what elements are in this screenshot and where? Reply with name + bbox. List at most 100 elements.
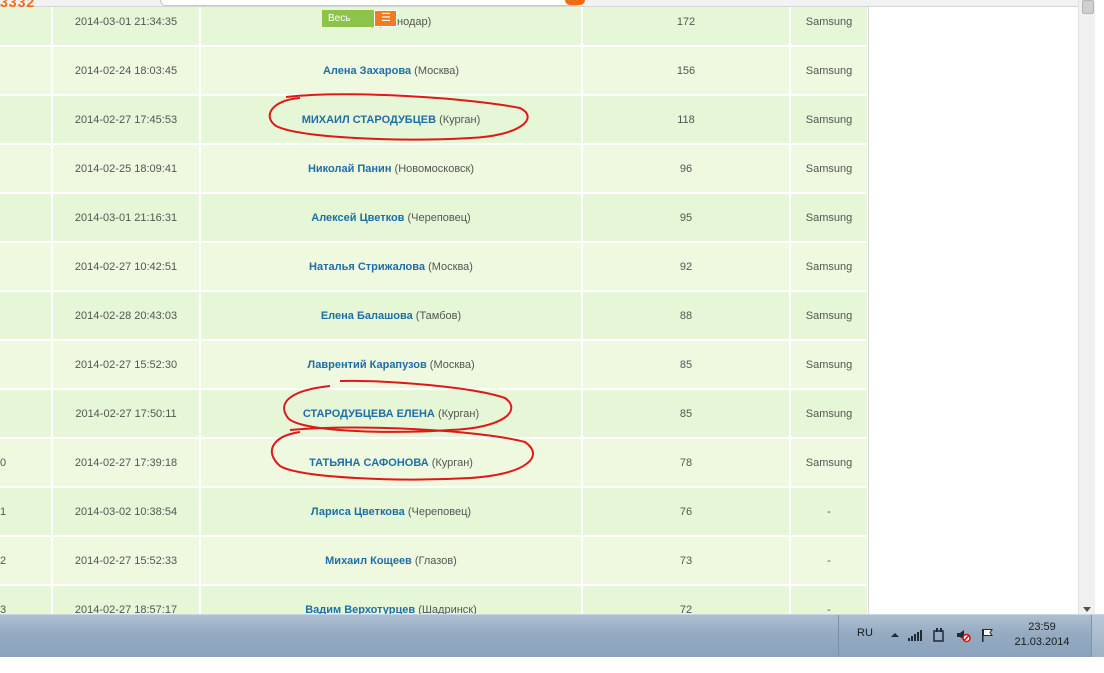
table-row: 2014-02-24 18:03:45 Алена Захарова (Москв…: [0, 46, 868, 96]
score-cell: 76: [582, 487, 791, 537]
list-icon[interactable]: ☰: [374, 10, 398, 27]
date-cell: 2014-02-27 17:39:18: [52, 438, 201, 488]
participant-cell: Лаврентий Карапузов (Москва): [200, 340, 583, 390]
participant-city: (Череповец): [407, 211, 471, 224]
table-row: 2 2014-02-27 15:52:33 Михаил Кощеев (Глазо…: [0, 536, 868, 586]
vertical-scrollbar[interactable]: [1078, 0, 1096, 614]
phone-model-cell: Samsung: [790, 242, 868, 292]
rank-cell: 0: [0, 438, 53, 488]
clock[interactable]: 23:59 21.03.2014: [1007, 620, 1077, 650]
participant-name-link[interactable]: ТАТЬЯНА САФОНОВА: [309, 457, 429, 469]
rank-cell: [0, 95, 53, 145]
screen-bottom-margin: [0, 657, 1104, 673]
participant-city: (Курган): [439, 113, 481, 126]
phone-model-cell: Samsung: [790, 389, 868, 439]
participant-cell: СТАРОДУБЦЕВА ЕЛЕНА (Курган): [200, 389, 583, 439]
participant-city: (Череповец): [407, 505, 472, 518]
language-indicator[interactable]: RU: [857, 627, 873, 639]
participant-cell: МИХАИЛ СТАРОДУБЦЕВ (Курган): [200, 95, 583, 145]
score-cell: 92: [582, 242, 791, 292]
score-cell: 85: [582, 389, 791, 439]
date-cell: 2014-02-27 17:45:53: [52, 95, 201, 145]
rank-cell: [0, 46, 53, 96]
table-row: 2014-03-01 21:16:31 Алексей Цветков (Чере…: [0, 193, 868, 243]
date-cell: 2014-02-27 18:57:17: [52, 585, 201, 614]
floating-widget-label[interactable]: Весь: [322, 10, 375, 27]
participant-name-link[interactable]: МИХАИЛ СТАРОДУБЦЕВ: [302, 114, 436, 126]
date-cell: 2014-02-25 18:09:41: [52, 144, 201, 194]
participant-city: (Шадринск): [418, 603, 477, 615]
window-edge: [1095, 0, 1104, 614]
clock-time: 23:59: [1028, 621, 1056, 633]
participant-city: (Тамбов): [415, 309, 462, 322]
participant-name-link[interactable]: Вадим Верхотурцев: [305, 604, 415, 615]
participant-name-link[interactable]: Наталья Стрижалова: [309, 261, 425, 273]
search-button[interactable]: [565, 0, 585, 5]
participant-name-link[interactable]: Николай Панин: [308, 163, 392, 175]
participant-name-link[interactable]: Елена Балашова: [321, 310, 413, 322]
participant-cell: Алексей Цветков (Череповец): [200, 193, 583, 243]
phone-model-cell: -: [790, 536, 868, 586]
network-icon[interactable]: [907, 627, 923, 643]
rank-cell: [0, 144, 53, 194]
participant-city: (Глазов): [414, 554, 457, 567]
screenshot: 2014-03-01 21:34:35Ол (Краснодар)172Sams…: [0, 0, 1104, 673]
score-cell: 95: [582, 193, 791, 243]
phone-model-cell: -: [790, 487, 868, 537]
participant-city: (Новомосковск): [394, 162, 475, 175]
participant-cell: Елена Балашова (Тамбов): [200, 291, 583, 341]
participant-city: (Курган): [431, 456, 473, 469]
participant-name-link[interactable]: Лариса Цветкова: [311, 506, 405, 518]
phone-model-cell: Samsung: [790, 144, 868, 194]
table-row: 2014-02-25 18:09:41 Николай Панин (Новомо…: [0, 144, 868, 194]
participant-name-link[interactable]: Лаврентий Карапузов: [307, 359, 426, 371]
participant-name-link[interactable]: Алексей Цветков: [311, 212, 404, 224]
results-table-area: 2014-03-01 21:34:35Ол (Краснодар)172Sams…: [0, 0, 868, 614]
date-cell: 2014-03-01 21:16:31: [52, 193, 201, 243]
participant-cell: Лариса Цветкова (Череповец): [200, 487, 583, 537]
show-hidden-icons-icon[interactable]: [887, 627, 903, 643]
participant-cell: Михаил Кощеев (Глазов): [200, 536, 583, 586]
browser-toolbar-fragment: 3332: [0, 0, 1078, 10]
table-row: 0 2014-02-27 17:39:18 ТАТЬЯНА САФОНОВА (Ку…: [0, 438, 868, 488]
scrollbar-thumb[interactable]: [1082, 0, 1094, 14]
score-cell: 78: [582, 438, 791, 488]
phone-model-cell: Samsung: [790, 95, 868, 145]
participant-city: (Курган): [437, 407, 480, 420]
phone-model-cell: Samsung: [790, 438, 868, 488]
table-row: 2014-02-28 20:43:03 Елена Балашова (Тамбо…: [0, 291, 868, 341]
volume-muted-icon[interactable]: [955, 627, 971, 643]
date-cell: 2014-03-02 10:38:54: [52, 487, 201, 537]
rank-cell: 2: [0, 536, 53, 586]
table-row: 2014-02-27 17:50:11 СТАРОДУБЦЕВА ЕЛЕНА (К…: [0, 389, 868, 439]
score-cell: 118: [582, 95, 791, 145]
action-center-flag-icon[interactable]: [979, 627, 995, 643]
phone-model-cell: Samsung: [790, 46, 868, 96]
rank-cell: [0, 193, 53, 243]
show-desktop-button[interactable]: [1091, 615, 1104, 657]
score-cell: 96: [582, 144, 791, 194]
participant-name-link[interactable]: СТАРОДУБЦЕВА ЕЛЕНА: [303, 408, 435, 420]
phone-model-cell: -: [790, 585, 868, 614]
search-box[interactable]: [160, 0, 582, 6]
date-cell: 2014-02-28 20:43:03: [52, 291, 201, 341]
date-cell: 2014-02-27 17:50:11: [52, 389, 201, 439]
scroll-down-arrow-icon[interactable]: [1083, 607, 1091, 612]
score-cell: 85: [582, 340, 791, 390]
site-logo[interactable]: 3332: [0, 0, 35, 10]
participant-cell: Николай Панин (Новомосковск): [200, 144, 583, 194]
rank-cell: [0, 389, 53, 439]
power-icon[interactable]: [931, 627, 947, 643]
date-cell: 2014-02-24 18:03:45: [52, 46, 201, 96]
right-empty-panel: [868, 0, 1079, 614]
participant-city: (Москва): [428, 260, 473, 273]
participant-name-link[interactable]: Алена Захарова: [323, 65, 411, 77]
participant-name-link[interactable]: Михаил Кощеев: [325, 555, 412, 567]
participant-city: (Москва): [429, 358, 475, 371]
date-cell: 2014-02-27 15:52:33: [52, 536, 201, 586]
floating-widget[interactable]: Весь ☰: [322, 10, 398, 27]
phone-model-cell: Samsung: [790, 340, 868, 390]
participant-cell: ТАТЬЯНА САФОНОВА (Курган): [200, 438, 583, 488]
clock-date: 21.03.2014: [1014, 636, 1070, 648]
results-table: 2014-03-01 21:34:35Ол (Краснодар)172Sams…: [0, 0, 868, 614]
